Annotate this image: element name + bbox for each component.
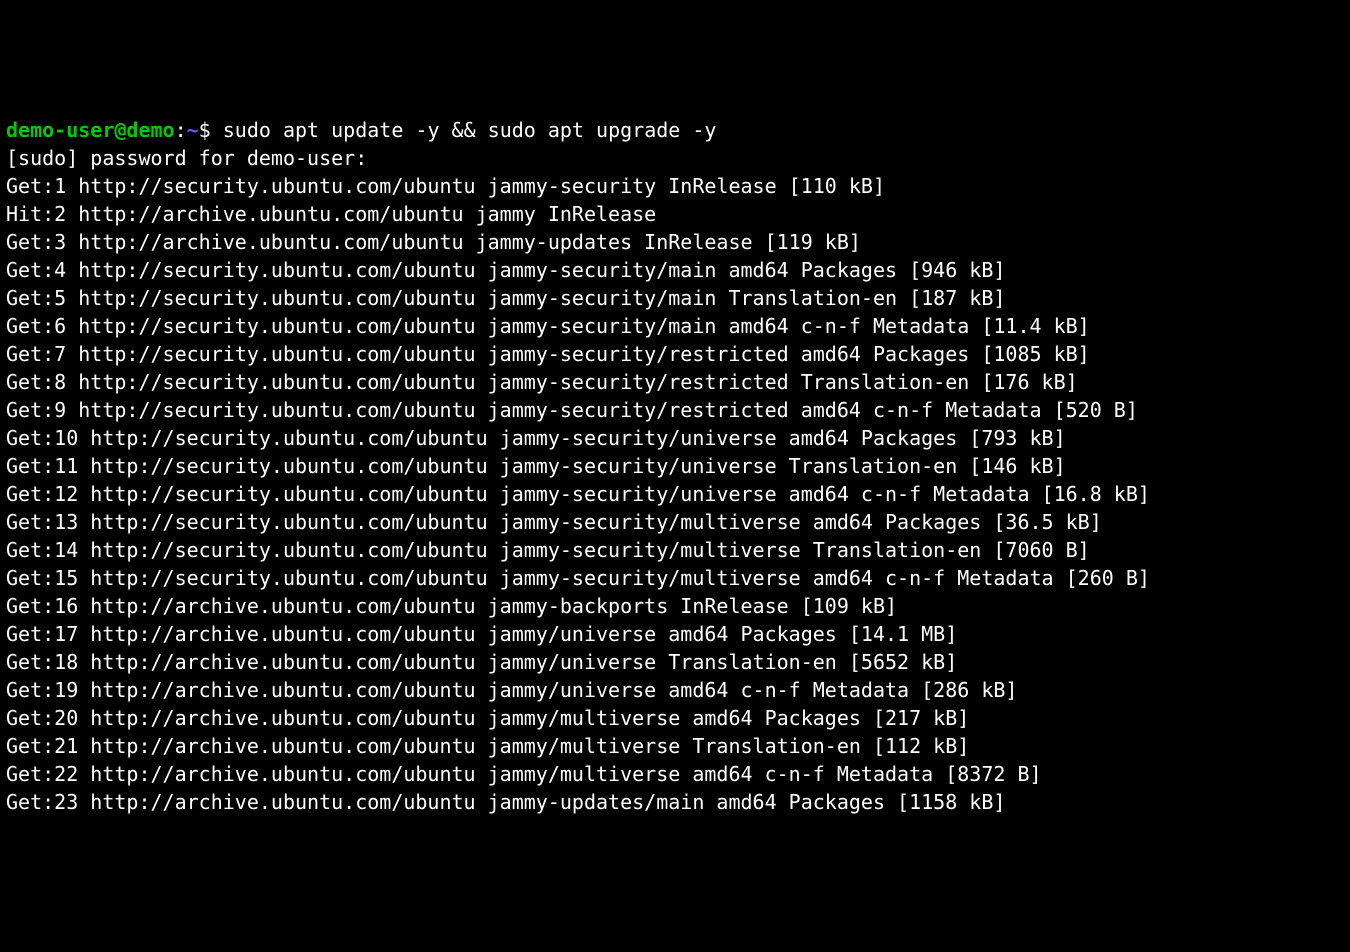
output-line: Get:9 http://security.ubuntu.com/ubuntu … xyxy=(6,398,1138,422)
output-line: Get:13 http://security.ubuntu.com/ubuntu… xyxy=(6,510,1102,534)
output-line: Get:20 http://archive.ubuntu.com/ubuntu … xyxy=(6,706,969,730)
output-line: Hit:2 http://archive.ubuntu.com/ubuntu j… xyxy=(6,202,656,226)
output-line: Get:21 http://archive.ubuntu.com/ubuntu … xyxy=(6,734,969,758)
output-line: Get:7 http://security.ubuntu.com/ubuntu … xyxy=(6,342,1090,366)
output-line: Get:10 http://security.ubuntu.com/ubuntu… xyxy=(6,426,1066,450)
prompt-user-host: demo-user@demo xyxy=(6,118,175,142)
output-line: Get:18 http://archive.ubuntu.com/ubuntu … xyxy=(6,650,957,674)
output-line: Get:17 http://archive.ubuntu.com/ubuntu … xyxy=(6,622,957,646)
command-text: sudo apt update -y && sudo apt upgrade -… xyxy=(223,118,717,142)
output-line: Get:19 http://archive.ubuntu.com/ubuntu … xyxy=(6,678,1017,702)
output-line: Get:12 http://security.ubuntu.com/ubuntu… xyxy=(6,482,1150,506)
output-line: Get:11 http://security.ubuntu.com/ubuntu… xyxy=(6,454,1066,478)
output-line: Get:14 http://security.ubuntu.com/ubuntu… xyxy=(6,538,1090,562)
output-line: Get:8 http://security.ubuntu.com/ubuntu … xyxy=(6,370,1078,394)
prompt-line: demo-user@demo:~$ sudo apt update -y && … xyxy=(6,118,716,142)
output-line: Get:1 http://security.ubuntu.com/ubuntu … xyxy=(6,174,885,198)
output-line: Get:6 http://security.ubuntu.com/ubuntu … xyxy=(6,314,1090,338)
output-line: Get:22 http://archive.ubuntu.com/ubuntu … xyxy=(6,762,1042,786)
output-line: Get:5 http://security.ubuntu.com/ubuntu … xyxy=(6,286,1005,310)
prompt-path: ~ xyxy=(187,118,199,142)
prompt-colon: : xyxy=(175,118,187,142)
output-line: Get:3 http://archive.ubuntu.com/ubuntu j… xyxy=(6,230,861,254)
output-line: Get:4 http://security.ubuntu.com/ubuntu … xyxy=(6,258,1005,282)
terminal-window[interactable]: demo-user@demo:~$ sudo apt update -y && … xyxy=(6,116,1344,812)
output-line: [sudo] password for demo-user: xyxy=(6,146,367,170)
output-line: Get:16 http://archive.ubuntu.com/ubuntu … xyxy=(6,594,897,618)
output-line: Get:23 http://archive.ubuntu.com/ubuntu … xyxy=(6,790,1005,814)
prompt-dollar: $ xyxy=(199,118,223,142)
output-line: Get:15 http://security.ubuntu.com/ubuntu… xyxy=(6,566,1150,590)
